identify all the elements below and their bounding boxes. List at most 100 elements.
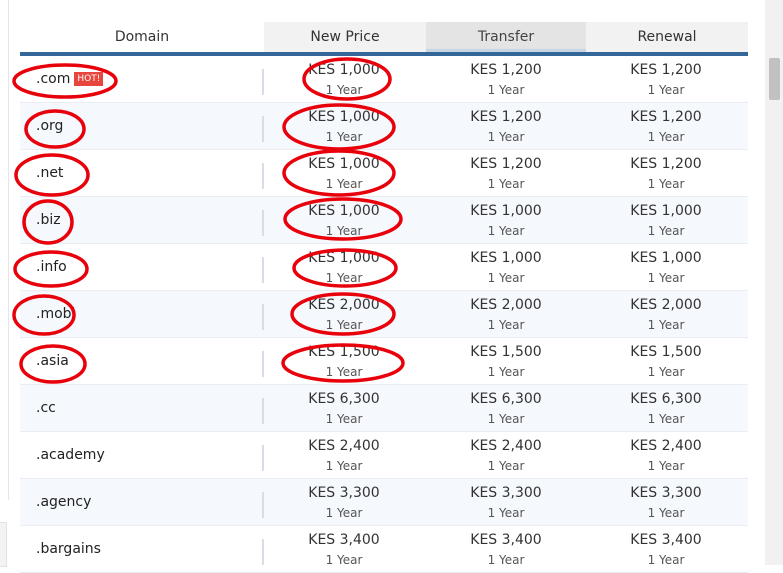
domain-tld: .net xyxy=(36,150,63,197)
price-value: KES 1,000 xyxy=(308,203,380,219)
table-row: .cc KES 6,300 1 Year KES 6,300 1 Year KES 6,3… xyxy=(20,385,748,432)
table-row: .org KES 1,000 1 Year KES 1,200 1 Year KES 1,… xyxy=(20,103,748,150)
table-row: .asia KES 1,500 1 Year KES 1,500 1 Year KES 1… xyxy=(20,338,748,385)
price-value: KES 2,000 xyxy=(470,297,542,313)
price-value: KES 3,400 xyxy=(308,532,380,548)
period-label: 1 Year xyxy=(647,318,685,332)
period-label: 1 Year xyxy=(647,506,685,520)
period-label: 1 Year xyxy=(647,83,685,97)
new-price-cell: KES 1,000 1 Year xyxy=(264,155,424,195)
renewal-price-cell: KES 6,300 1 Year xyxy=(586,390,746,430)
new-price-cell: KES 6,300 1 Year xyxy=(264,390,424,430)
price-value: KES 1,000 xyxy=(630,203,702,219)
period-label: 1 Year xyxy=(647,553,685,567)
price-value: KES 6,300 xyxy=(308,391,380,407)
price-value: KES 6,300 xyxy=(470,391,542,407)
domain-tld: .org xyxy=(36,103,63,150)
left-panel-edge xyxy=(0,0,9,500)
left-panel-tab[interactable] xyxy=(0,522,7,567)
period-label: 1 Year xyxy=(487,177,525,191)
price-value: KES 1,200 xyxy=(470,109,542,125)
transfer-price-cell: KES 1,200 1 Year xyxy=(426,155,586,195)
transfer-price-cell: KES 3,300 1 Year xyxy=(426,484,586,524)
tld-label: .biz xyxy=(36,212,61,228)
period-label: 1 Year xyxy=(647,130,685,144)
period-label: 1 Year xyxy=(487,130,525,144)
price-value: KES 1,000 xyxy=(470,250,542,266)
period-label: 1 Year xyxy=(647,459,685,473)
renewal-price-cell: KES 2,400 1 Year xyxy=(586,437,746,477)
price-value: KES 1,500 xyxy=(308,344,380,360)
period-label: 1 Year xyxy=(487,224,525,238)
price-value: KES 6,300 xyxy=(630,391,702,407)
new-price-cell: KES 1,500 1 Year xyxy=(264,343,424,383)
period-label: 1 Year xyxy=(325,271,363,285)
header-new-price[interactable]: New Price xyxy=(264,22,426,52)
period-label: 1 Year xyxy=(325,553,363,567)
tld-label: .net xyxy=(36,165,64,181)
tld-label: .cc xyxy=(36,400,56,416)
price-value: KES 2,400 xyxy=(630,438,702,454)
price-value: KES 2,000 xyxy=(308,297,380,313)
header-domain[interactable]: Domain xyxy=(20,22,264,52)
domain-pricing-table: Domain New Price Transfer Renewal .com HO… xyxy=(20,22,748,573)
period-label: 1 Year xyxy=(647,365,685,379)
renewal-price-cell: KES 3,300 1 Year xyxy=(586,484,746,524)
domain-tld: .academy xyxy=(36,432,105,479)
period-label: 1 Year xyxy=(487,459,525,473)
domain-tld: .com HOT! xyxy=(36,56,104,103)
table-row: .academy KES 2,400 1 Year KES 2,400 1 Year KE… xyxy=(20,432,748,479)
period-label: 1 Year xyxy=(325,412,363,426)
table-row: .biz KES 1,000 1 Year KES 1,000 1 Year KES 1,… xyxy=(20,197,748,244)
transfer-price-cell: KES 1,500 1 Year xyxy=(426,343,586,383)
domain-tld: .agency xyxy=(36,479,91,526)
price-value: KES 2,400 xyxy=(470,438,542,454)
price-value: KES 1,200 xyxy=(470,62,542,78)
price-value: KES 1,500 xyxy=(630,344,702,360)
period-label: 1 Year xyxy=(325,177,363,191)
new-price-cell: KES 2,000 1 Year xyxy=(264,296,424,336)
price-value: KES 1,200 xyxy=(470,156,542,172)
price-value: KES 1,000 xyxy=(308,109,380,125)
period-label: 1 Year xyxy=(325,459,363,473)
header-transfer[interactable]: Transfer xyxy=(426,22,586,52)
domain-tld: .cc xyxy=(36,385,56,432)
new-price-cell: KES 3,300 1 Year xyxy=(264,484,424,524)
scrollbar-thumb[interactable] xyxy=(769,58,780,100)
price-value: KES 3,300 xyxy=(470,485,542,501)
period-label: 1 Year xyxy=(487,412,525,426)
period-label: 1 Year xyxy=(487,365,525,379)
tld-label: .org xyxy=(36,118,64,134)
period-label: 1 Year xyxy=(647,177,685,191)
renewal-price-cell: KES 1,200 1 Year xyxy=(586,108,746,148)
period-label: 1 Year xyxy=(487,506,525,520)
period-label: 1 Year xyxy=(325,506,363,520)
transfer-price-cell: KES 2,000 1 Year xyxy=(426,296,586,336)
price-value: KES 1,200 xyxy=(630,109,702,125)
table-row: .mobi KES 2,000 1 Year KES 2,000 1 Year KES 2… xyxy=(20,291,748,338)
renewal-price-cell: KES 1,200 1 Year xyxy=(586,61,746,101)
transfer-price-cell: KES 6,300 1 Year xyxy=(426,390,586,430)
price-value: KES 3,300 xyxy=(308,485,380,501)
table-row: .com HOT! KES 1,000 1 Year KES 1,200 1 Year KE… xyxy=(20,56,748,103)
transfer-price-cell: KES 1,200 1 Year xyxy=(426,61,586,101)
new-price-cell: KES 1,000 1 Year xyxy=(264,202,424,242)
new-price-cell: KES 1,000 1 Year xyxy=(264,108,424,148)
period-label: 1 Year xyxy=(487,318,525,332)
period-label: 1 Year xyxy=(487,271,525,285)
price-value: KES 1,000 xyxy=(630,250,702,266)
period-label: 1 Year xyxy=(487,83,525,97)
transfer-price-cell: KES 3,400 1 Year xyxy=(426,531,586,571)
period-label: 1 Year xyxy=(325,130,363,144)
renewal-price-cell: KES 3,400 1 Year xyxy=(586,531,746,571)
price-value: KES 1,200 xyxy=(630,62,702,78)
renewal-price-cell: KES 2,000 1 Year xyxy=(586,296,746,336)
period-label: 1 Year xyxy=(647,412,685,426)
transfer-price-cell: KES 1,000 1 Year xyxy=(426,202,586,242)
price-value: KES 3,400 xyxy=(630,532,702,548)
price-value: KES 1,000 xyxy=(470,203,542,219)
period-label: 1 Year xyxy=(647,224,685,238)
header-renewal[interactable]: Renewal xyxy=(586,22,748,52)
tld-label: .com xyxy=(36,71,71,87)
domain-tld: .asia xyxy=(36,338,69,385)
